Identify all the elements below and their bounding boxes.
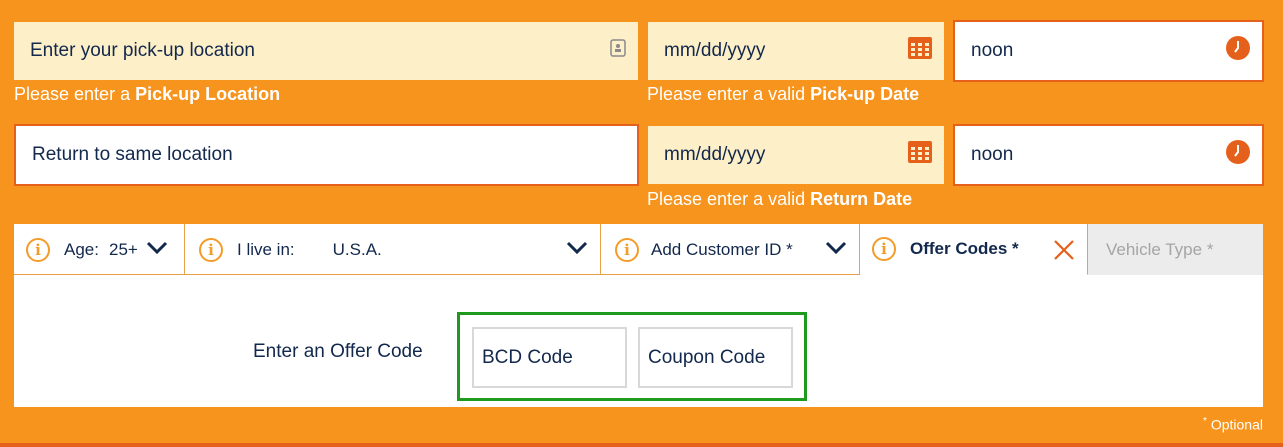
tab-age[interactable]: i Age: 25+ [14, 224, 185, 275]
residence-label: I live in: [237, 239, 295, 259]
pickup-date-input[interactable]: mm/dd/yyyy [648, 22, 944, 80]
pickup-time-value: noon [971, 40, 1014, 61]
tab-offer-codes[interactable]: i Offer Codes * [860, 224, 1088, 275]
return-time-value: noon [971, 144, 1014, 165]
offer-codes-panel: Enter an Offer Code BCD Code Coupon Code [14, 275, 1263, 407]
info-icon[interactable]: i [615, 237, 639, 262]
calendar-icon[interactable] [908, 37, 932, 65]
offer-codes-label: Offer Codes * [910, 239, 1019, 258]
options-tabbar: i Age: 25+ i I live in: U.S.A. i Add Cus… [14, 224, 1263, 275]
info-icon[interactable]: i [199, 237, 223, 262]
info-icon[interactable]: i [872, 237, 896, 261]
clock-icon [1226, 140, 1250, 170]
pickup-date-hint: Please enter a valid Pick-up Date [647, 84, 920, 104]
bcd-code-input[interactable]: BCD Code [472, 327, 627, 388]
return-time-select[interactable]: noon [953, 124, 1264, 186]
return-location-value: Return to same location [32, 144, 233, 165]
offer-code-label: Enter an Offer Code [253, 341, 423, 362]
customer-id-label: Add Customer ID * [651, 239, 793, 259]
pickup-date-placeholder: mm/dd/yyyy [664, 40, 766, 61]
chevron-down-icon [566, 240, 588, 260]
return-location-input[interactable]: Return to same location [14, 124, 639, 186]
calendar-icon[interactable] [908, 141, 932, 169]
address-card-icon [610, 39, 626, 63]
age-label: Age: [64, 239, 99, 259]
age-value: 25+ [108, 239, 138, 259]
tab-vehicle-type[interactable]: Vehicle Type * [1088, 224, 1263, 275]
info-icon[interactable]: i [26, 237, 50, 262]
vehicle-type-label: Vehicle Type * [1106, 239, 1214, 259]
coupon-code-placeholder: Coupon Code [648, 346, 766, 368]
clock-icon [1226, 36, 1250, 66]
chevron-down-icon [825, 240, 847, 260]
offer-code-highlight: BCD Code Coupon Code [457, 312, 807, 401]
pickup-location-placeholder: Enter your pick-up location [30, 40, 255, 61]
optional-note: * Optional [1203, 416, 1263, 433]
residence-value: U.S.A. [332, 239, 382, 259]
tab-customer-id[interactable]: i Add Customer ID * [601, 224, 860, 275]
close-icon[interactable] [1053, 239, 1075, 266]
optional-text: Optional [1206, 416, 1263, 433]
bcd-code-placeholder: BCD Code [482, 346, 573, 368]
return-date-hint: Please enter a valid Return Date [647, 189, 913, 209]
pickup-location-input[interactable]: Enter your pick-up location [14, 22, 638, 80]
bottom-divider [0, 443, 1283, 447]
return-date-placeholder: mm/dd/yyyy [664, 144, 766, 165]
return-date-input[interactable]: mm/dd/yyyy [648, 126, 944, 184]
pickup-time-select[interactable]: noon [953, 20, 1264, 82]
tab-residence[interactable]: i I live in: U.S.A. [185, 224, 601, 275]
pickup-location-hint: Please enter a Pick-up Location [14, 84, 281, 104]
coupon-code-input[interactable]: Coupon Code [638, 327, 793, 388]
chevron-down-icon [146, 240, 168, 260]
